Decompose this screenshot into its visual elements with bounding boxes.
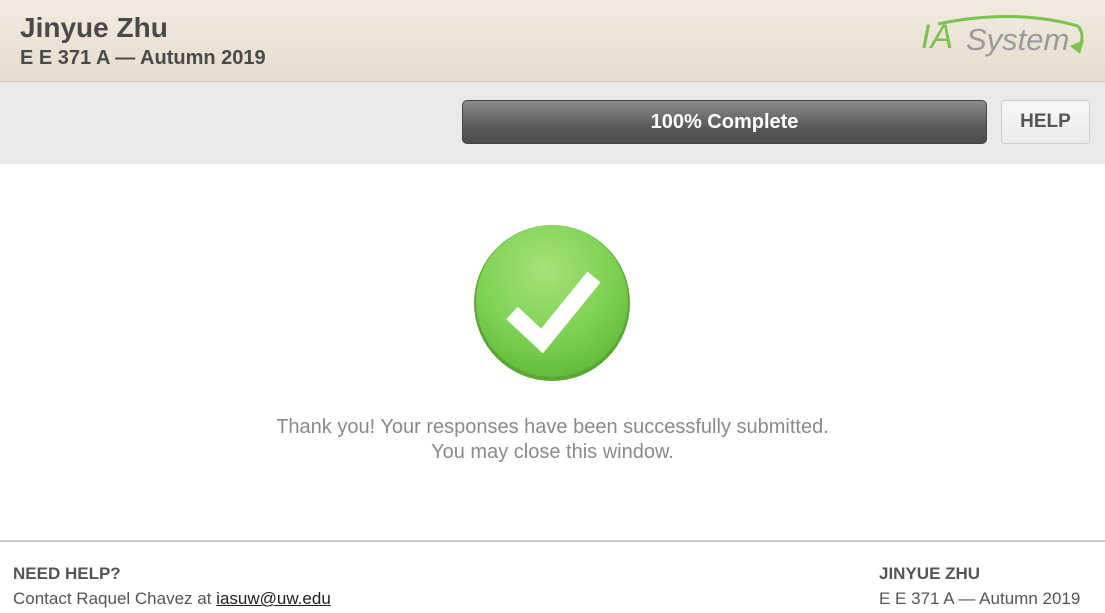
help-email-link[interactable]: iasuw@uw.edu [216, 589, 331, 608]
help-contact-text: Contact Raquel Chavez at [13, 589, 217, 608]
progress-bar: 100% Complete [462, 100, 987, 144]
footer: NEED HELP? Contact Raquel Chavez at iasu… [0, 540, 1105, 613]
close-window-message: You may close this window. [431, 441, 674, 463]
iasystem-logo: IA System [921, 15, 1084, 57]
checkmark-circle-icon [474, 225, 630, 381]
logo-text-ias: IA [921, 18, 953, 56]
progress-label: 100% Complete [650, 110, 799, 133]
footer-user-name: JINYUE ZHU [879, 564, 981, 583]
help-contact: Contact Raquel Chavez at iasuw@uw.edu [13, 589, 331, 609]
progress-toolbar: 100% Complete HELP [0, 82, 1105, 164]
logo-text-system: System [966, 22, 1069, 57]
header: Jinyue Zhu E E 371 A — Autumn 2019 IA Sy… [0, 0, 1105, 82]
help-button[interactable]: HELP [1001, 100, 1090, 144]
footer-course: E E 371 A — Autumn 2019 [879, 589, 1081, 608]
student-name: Jinyue Zhu [20, 12, 168, 43]
page: Jinyue Zhu E E 371 A — Autumn 2019 IA Sy… [0, 0, 1105, 613]
success-message: Thank you! Your responses have been succ… [276, 416, 829, 438]
need-help-title: NEED HELP? [13, 564, 121, 583]
course-title: E E 371 A — Autumn 2019 [20, 47, 266, 69]
